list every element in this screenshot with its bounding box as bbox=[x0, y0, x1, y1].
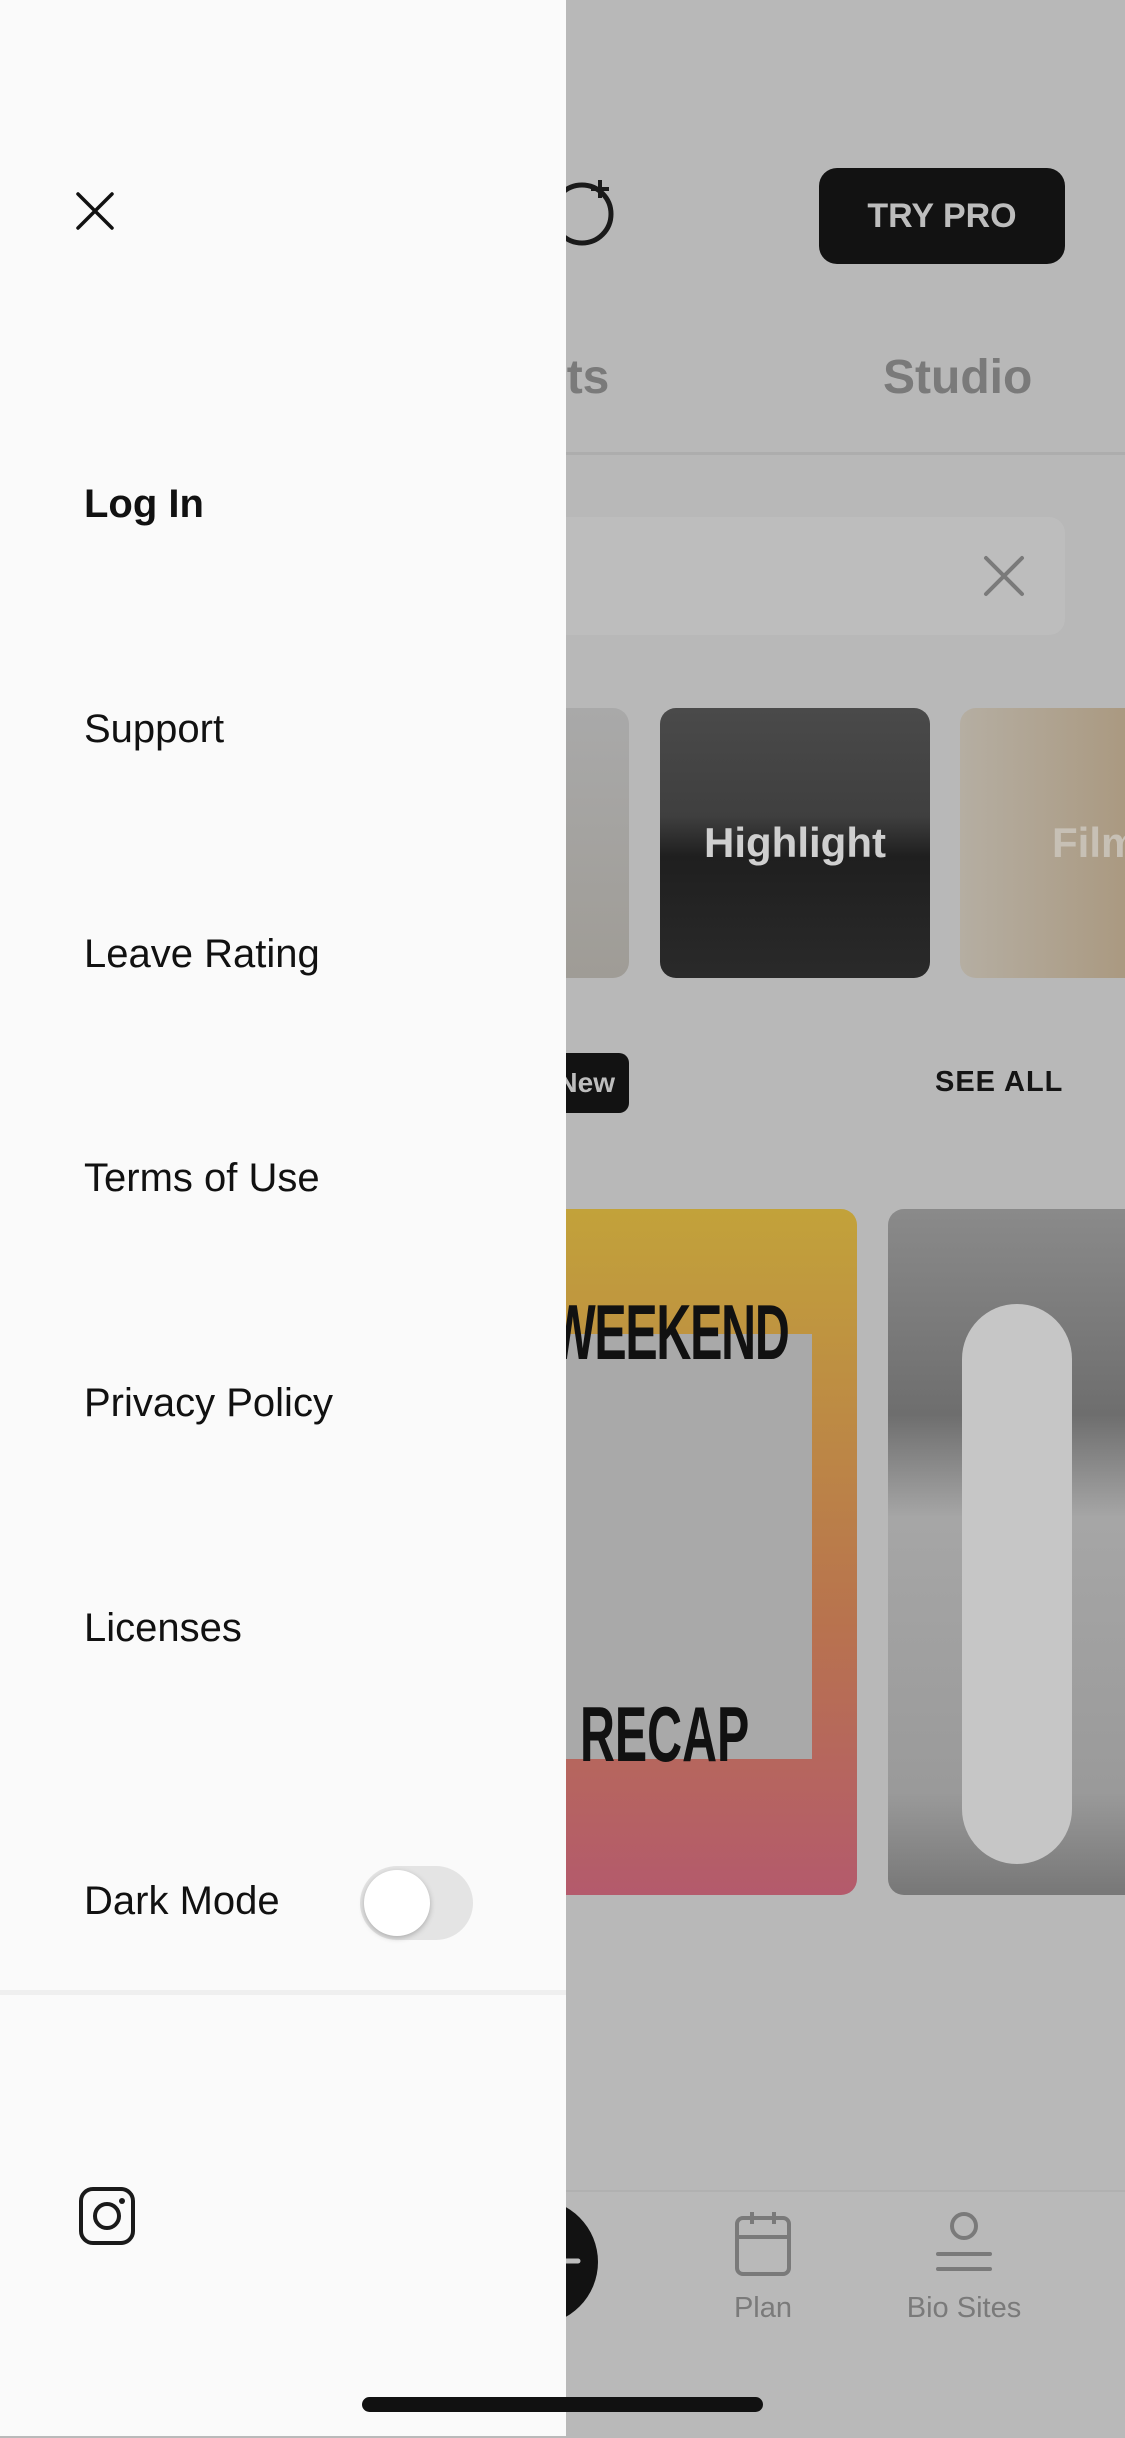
template-title: WEEKEND bbox=[550, 1288, 790, 1376]
calendar-icon bbox=[735, 2212, 791, 2276]
divider bbox=[0, 1990, 566, 1995]
profile-icon bbox=[936, 2212, 992, 2271]
category-card-highlight[interactable]: Highlight bbox=[660, 708, 930, 978]
menu-item-log-in[interactable]: Log In bbox=[84, 482, 204, 527]
nav-bio-sites[interactable]: Bio Sites bbox=[884, 2210, 1044, 2325]
menu-item-support[interactable]: Support bbox=[84, 707, 224, 752]
category-label: Highlight bbox=[704, 819, 886, 866]
tab-studio[interactable]: Studio bbox=[883, 350, 1032, 405]
tab-divider bbox=[566, 452, 1125, 455]
nav-label: Bio Sites bbox=[906, 2292, 1022, 2324]
add-timer-icon[interactable] bbox=[560, 160, 635, 260]
menu-item-leave-rating[interactable]: Leave Rating bbox=[84, 932, 320, 977]
template-card-surfboard[interactable] bbox=[888, 1209, 1125, 1895]
try-pro-button[interactable]: TRY PRO bbox=[819, 168, 1065, 264]
menu-item-licenses[interactable]: Licenses bbox=[84, 1606, 242, 1651]
home-indicator[interactable] bbox=[362, 2397, 763, 2412]
category-label: Film bbox=[1052, 819, 1125, 866]
menu-item-terms-of-use[interactable]: Terms of Use bbox=[84, 1156, 320, 1201]
category-card-film[interactable]: Film bbox=[960, 708, 1125, 978]
nav-plan[interactable]: Plan bbox=[683, 2210, 843, 2325]
search-input[interactable] bbox=[540, 517, 1065, 635]
side-menu-drawer: Log In Support Leave Rating Terms of Use… bbox=[0, 0, 566, 2436]
dark-mode-label: Dark Mode bbox=[84, 1879, 280, 1923]
menu-item-privacy-policy[interactable]: Privacy Policy bbox=[84, 1381, 333, 1426]
see-all-link[interactable]: SEE ALL bbox=[935, 1066, 1063, 1099]
dark-mode-toggle[interactable] bbox=[360, 1866, 473, 1940]
close-icon[interactable] bbox=[76, 192, 114, 230]
surfboard-image bbox=[962, 1304, 1072, 1864]
instagram-icon[interactable] bbox=[78, 2186, 136, 2246]
nav-label: Plan bbox=[733, 2292, 793, 2324]
template-subtitle: RECAP bbox=[580, 1690, 750, 1778]
clear-icon[interactable] bbox=[983, 555, 1025, 597]
toggle-knob bbox=[364, 1870, 430, 1936]
template-card-weekend-recap[interactable]: WEEKEND RECAP bbox=[540, 1209, 857, 1895]
